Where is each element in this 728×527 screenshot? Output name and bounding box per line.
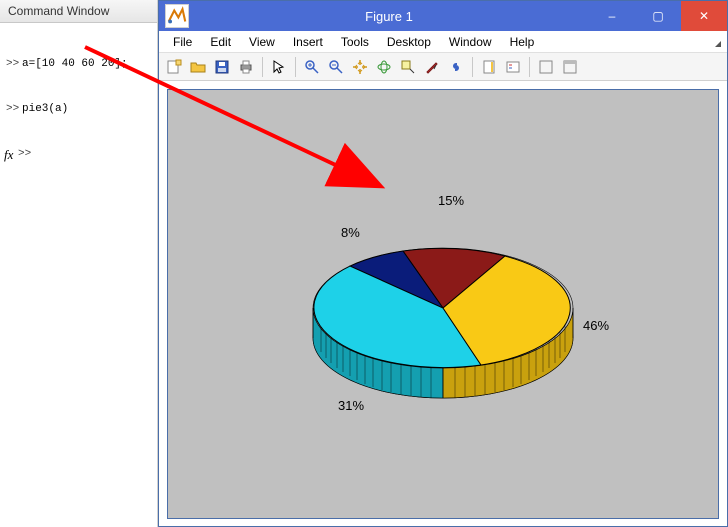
prompt: >> (18, 147, 31, 162)
titlebar[interactable]: Figure 1 – ▢ ✕ (159, 1, 727, 31)
pie-label-15: 15% (438, 193, 464, 208)
pie-label-46: 46% (583, 318, 609, 333)
fx-icon[interactable]: fx (4, 147, 13, 162)
menu-insert[interactable]: Insert (285, 33, 331, 51)
brush-icon[interactable] (421, 56, 443, 78)
toolbar-separator (472, 57, 473, 77)
menu-desktop[interactable]: Desktop (379, 33, 439, 51)
legend-icon[interactable] (502, 56, 524, 78)
menu-file[interactable]: File (165, 33, 200, 51)
menu-view[interactable]: View (241, 33, 283, 51)
command-window-body[interactable]: >>a=[10 40 60 20]; >>pie3(a) fx>> (0, 23, 157, 181)
print-icon[interactable] (235, 56, 257, 78)
pie3-chart: 15% 8% 31% 46% (273, 183, 613, 446)
menu-window[interactable]: Window (441, 33, 500, 51)
minimize-button[interactable]: – (589, 1, 635, 31)
command-text: pie3(a) (22, 103, 68, 115)
toolbar (159, 53, 727, 81)
show-tools-icon[interactable] (559, 56, 581, 78)
menu-tools[interactable]: Tools (333, 33, 377, 51)
pan-icon[interactable] (349, 56, 371, 78)
toolbar-separator (295, 57, 296, 77)
rotate-3d-icon[interactable] (373, 56, 395, 78)
zoom-out-icon[interactable] (325, 56, 347, 78)
hide-tools-icon[interactable] (535, 56, 557, 78)
link-icon[interactable] (445, 56, 467, 78)
command-line: >>a=[10 40 60 20]; (4, 57, 153, 72)
menu-edit[interactable]: Edit (202, 33, 239, 51)
new-figure-icon[interactable] (163, 56, 185, 78)
pie-label-31: 31% (338, 398, 364, 413)
prompt: >> (6, 57, 19, 72)
figure-title: Figure 1 (189, 9, 589, 24)
prompt: >> (6, 102, 19, 117)
open-icon[interactable] (187, 56, 209, 78)
command-window: Command Window >>a=[10 40 60 20]; >>pie3… (0, 0, 158, 527)
window-buttons: – ▢ ✕ (589, 1, 727, 31)
figure-canvas[interactable]: 15% 8% 31% 46% (167, 89, 719, 519)
figure-window: Figure 1 – ▢ ✕ File Edit View Insert Too… (158, 0, 728, 527)
toolbar-separator (262, 57, 263, 77)
data-cursor-icon[interactable] (397, 56, 419, 78)
pointer-icon[interactable] (268, 56, 290, 78)
command-line: >>pie3(a) (4, 102, 153, 117)
toolbar-separator (529, 57, 530, 77)
maximize-button[interactable]: ▢ (635, 1, 681, 31)
save-icon[interactable] (211, 56, 233, 78)
pie-label-8: 8% (341, 225, 360, 240)
dock-corner-icon[interactable] (711, 37, 721, 47)
menubar: File Edit View Insert Tools Desktop Wind… (159, 31, 727, 53)
command-text: a=[10 40 60 20]; (22, 58, 128, 70)
command-window-title: Command Window (0, 0, 157, 23)
zoom-in-icon[interactable] (301, 56, 323, 78)
close-button[interactable]: ✕ (681, 1, 727, 31)
menu-help[interactable]: Help (502, 33, 543, 51)
colorbar-icon[interactable] (478, 56, 500, 78)
matlab-icon (165, 4, 189, 28)
